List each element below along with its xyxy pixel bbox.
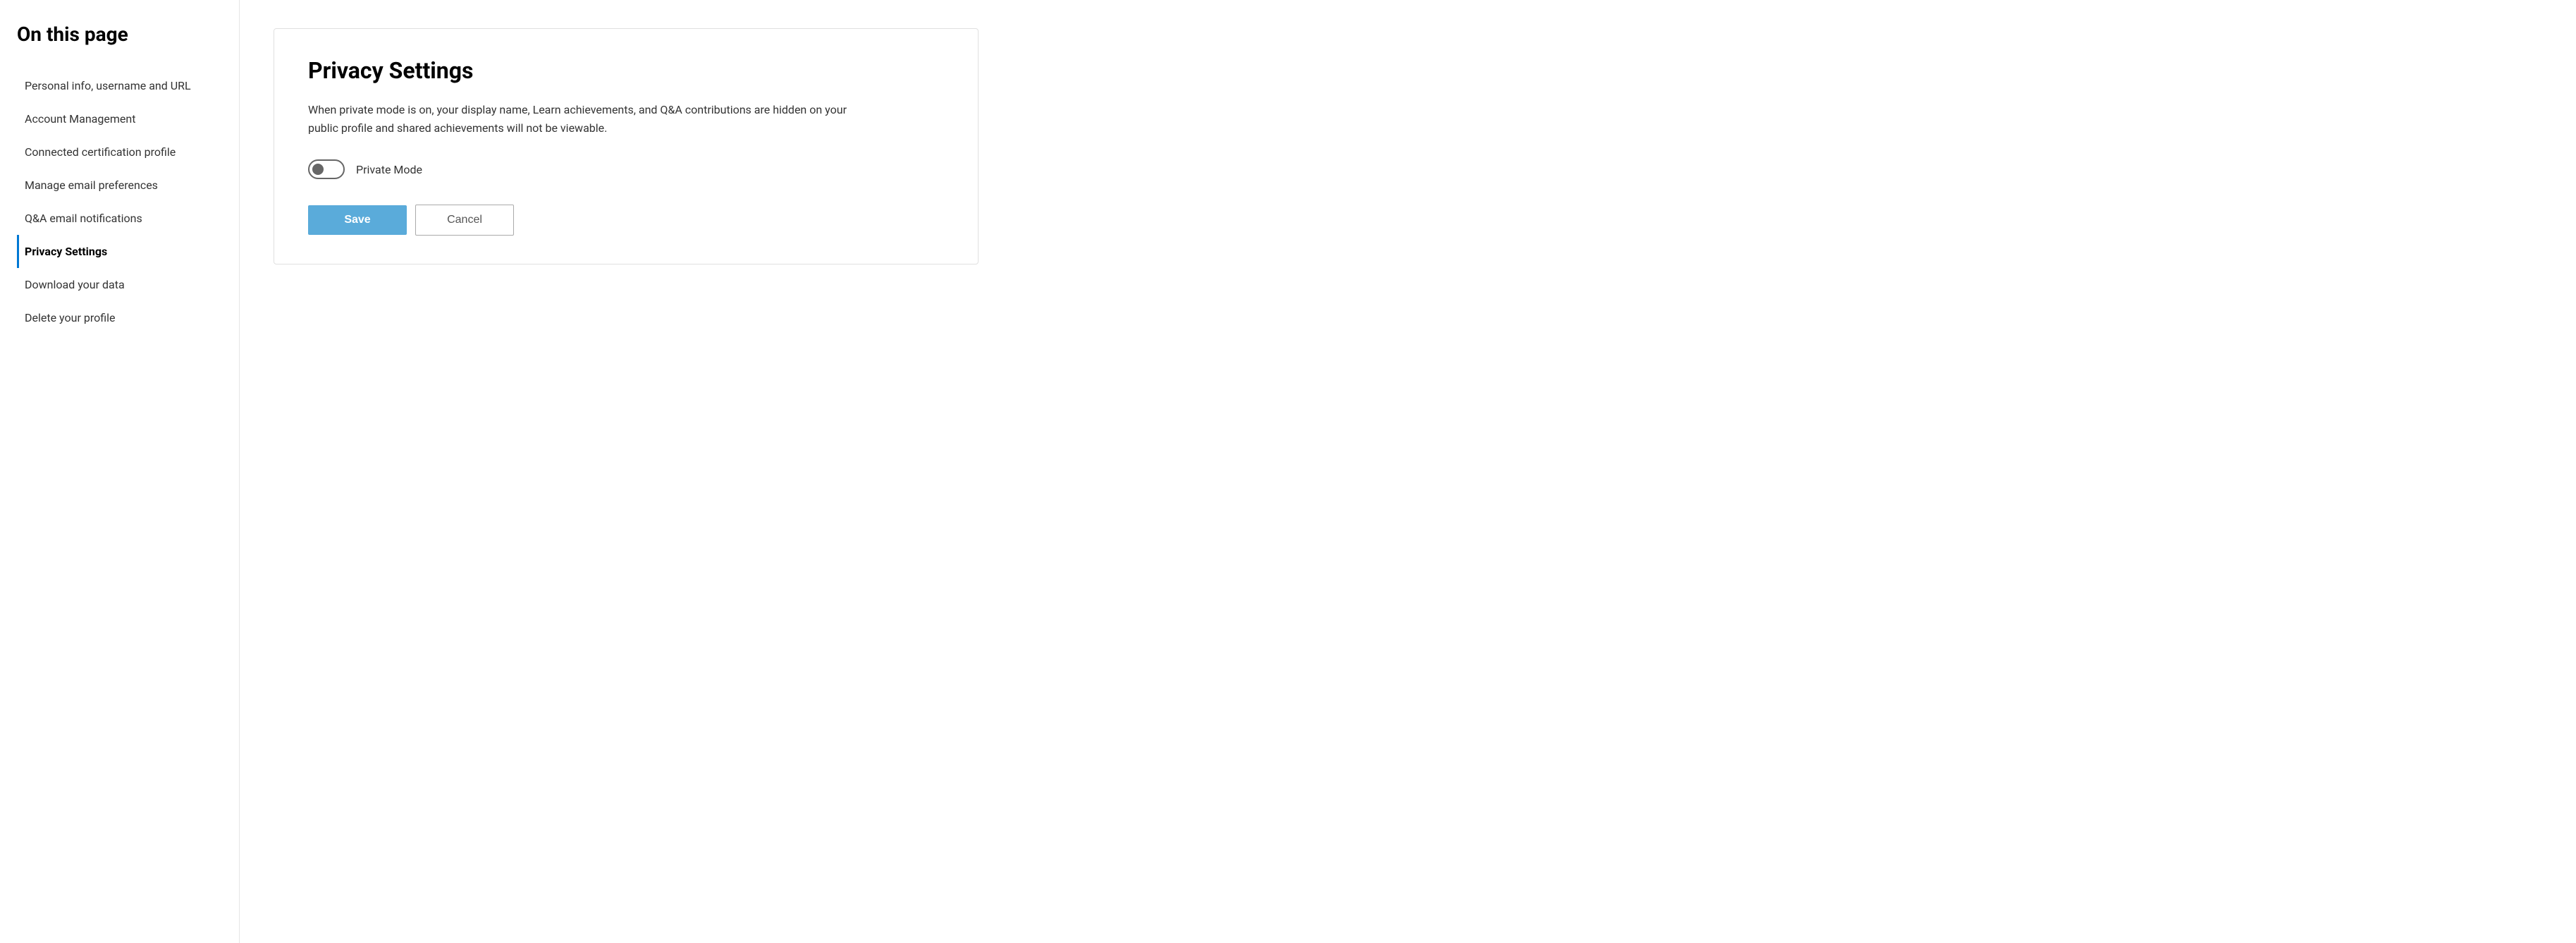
sidebar: On this page Personal info, username and…	[0, 0, 240, 943]
sidebar-item-connected-certification[interactable]: Connected certification profile	[17, 135, 222, 169]
sidebar-item-privacy-settings[interactable]: Privacy Settings	[17, 235, 222, 268]
sidebar-item-delete-profile[interactable]: Delete your profile	[17, 301, 222, 334]
save-button[interactable]: Save	[308, 205, 407, 235]
privacy-settings-card: Privacy Settings When private mode is on…	[274, 28, 979, 264]
toggle-row: Private Mode	[308, 159, 944, 179]
toggle-thumb	[312, 164, 324, 175]
sidebar-item-manage-email[interactable]: Manage email preferences	[17, 169, 222, 202]
section-heading: Privacy Settings	[308, 57, 944, 84]
sidebar-item-qa-email[interactable]: Q&A email notifications	[17, 202, 222, 235]
sidebar-title: On this page	[17, 23, 222, 47]
sidebar-item-download-data[interactable]: Download your data	[17, 268, 222, 301]
section-description: When private mode is on, your display na…	[308, 101, 858, 137]
sidebar-nav: Personal info, username and URLAccount M…	[17, 69, 222, 334]
toggle-track	[308, 159, 345, 179]
cancel-button[interactable]: Cancel	[415, 205, 514, 236]
sidebar-item-personal-info[interactable]: Personal info, username and URL	[17, 69, 222, 102]
toggle-label: Private Mode	[356, 163, 422, 176]
private-mode-toggle[interactable]	[308, 159, 345, 179]
main-content: Privacy Settings When private mode is on…	[240, 0, 2576, 943]
button-row: Save Cancel	[308, 205, 944, 236]
sidebar-item-account-management[interactable]: Account Management	[17, 102, 222, 135]
